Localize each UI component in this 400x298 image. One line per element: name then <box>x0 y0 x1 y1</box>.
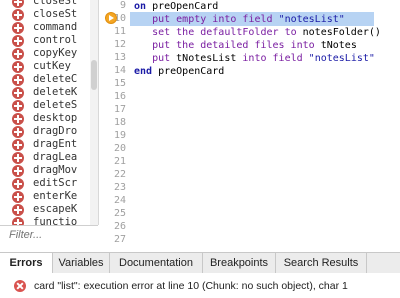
line-number: 27 <box>113 234 126 245</box>
handler-label: dragMov <box>33 164 78 176</box>
tab-errors[interactable]: Errors <box>0 253 53 273</box>
line-number: 15 <box>113 78 126 89</box>
line-number: 16 <box>113 91 126 102</box>
handler-label: command <box>33 21 78 33</box>
error-icon <box>14 280 26 292</box>
line-number: 22 <box>113 169 126 180</box>
code-line-9: on preOpenCard <box>134 1 219 12</box>
line-number: 14 <box>113 65 126 76</box>
handler-label: cutKey <box>33 60 71 72</box>
tab-variables[interactable]: Variables <box>53 253 110 273</box>
line-number: 21 <box>113 156 126 167</box>
line-number-gutter[interactable]: 9 10 11 12 13 14 15 16 17 18 19 20 21 22… <box>99 0 129 245</box>
handler-list-scrollbar[interactable] <box>90 0 99 225</box>
line-number: 20 <box>113 143 126 154</box>
handler-label: desktop <box>33 112 78 124</box>
code-line-13: put tNotesList into field "notesList" <box>152 53 375 64</box>
code-line-14: end preOpenCard <box>134 66 225 77</box>
line-number: 13 <box>113 52 126 63</box>
error-list: card "list": execution error at line 10 … <box>0 273 400 298</box>
handler-label: deleteS <box>33 99 78 111</box>
handler-label: functio <box>33 216 78 225</box>
tab-documentation[interactable]: Documentation <box>110 253 203 273</box>
handler-label: editScr <box>33 177 78 189</box>
filter-box <box>0 225 107 243</box>
bottom-panel-tabs: Errors Variables Documentation Breakpoin… <box>0 252 400 274</box>
breakpoint-icon[interactable] <box>106 13 116 23</box>
line-number: 18 <box>113 117 126 128</box>
script-editor[interactable]: on preOpenCard put empty into field "not… <box>130 0 400 242</box>
line-number: 19 <box>113 130 126 141</box>
line-number: 26 <box>113 221 126 232</box>
code-line-10: put empty into field "notesList" <box>152 14 345 25</box>
handler-label: escapeK <box>33 203 78 215</box>
handler-label: deleteC <box>33 73 78 85</box>
code-line-12: put the detailed files into tNotes <box>152 40 357 51</box>
handler-label: dragLea <box>33 151 78 163</box>
code-line-11: set the defaultFolder to notesFolder() <box>152 27 381 38</box>
handler-item[interactable]: functio <box>0 215 88 225</box>
handler-label: closeSt <box>33 8 78 20</box>
line-number: 17 <box>113 104 126 115</box>
handler-label: closeSt <box>33 0 78 7</box>
handler-label: dragEnt <box>33 138 78 150</box>
handler-label: deleteK <box>33 86 78 98</box>
filter-input[interactable] <box>0 226 107 243</box>
handler-label: dragDro <box>33 125 78 137</box>
line-number: 12 <box>113 39 126 50</box>
error-message[interactable]: card "list": execution error at line 10 … <box>34 280 348 292</box>
line-number: 25 <box>113 208 126 219</box>
handler-label: enterKe <box>33 190 78 202</box>
line-number: 9 <box>119 0 126 11</box>
scrollbar-thumb[interactable] <box>91 60 97 90</box>
tab-breakpoints[interactable]: Breakpoints <box>203 253 276 273</box>
handler-list: closeSt closeSt command control copyKey … <box>0 0 91 225</box>
line-number: 24 <box>113 195 126 206</box>
handler-label: control <box>33 34 78 46</box>
line-number: 11 <box>113 26 126 37</box>
line-number: 23 <box>113 182 126 193</box>
add-handler-icon[interactable] <box>12 217 24 225</box>
handler-label: copyKey <box>33 47 78 59</box>
tab-search-results[interactable]: Search Results <box>276 253 367 273</box>
